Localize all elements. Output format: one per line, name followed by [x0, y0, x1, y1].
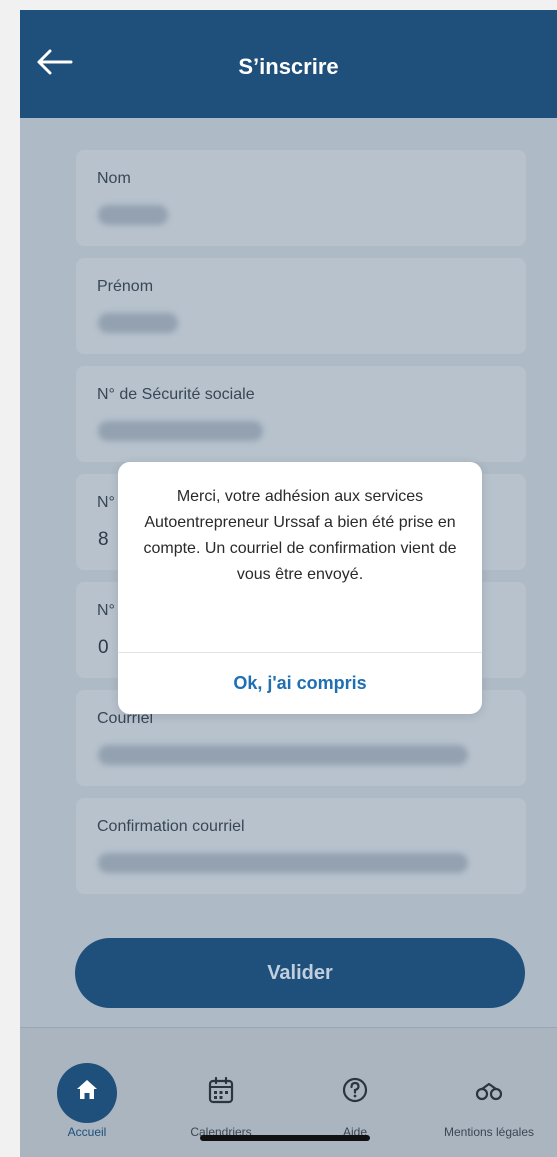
numero-label-2: N° [97, 602, 115, 619]
page-title: S’inscrire [238, 54, 339, 79]
valider-button[interactable]: Valider [75, 938, 525, 1008]
securite-sociale-value-blurred [98, 421, 263, 441]
balance-icon [475, 1082, 503, 1101]
ok-button[interactable]: Ok, j'ai compris [118, 652, 482, 714]
help-icon [342, 1077, 368, 1103]
tab-accueil[interactable]: Accueil [20, 1028, 154, 1157]
calendar-icon [208, 1076, 234, 1104]
tab-accueil-label: Accueil [67, 1125, 107, 1139]
securite-sociale-field[interactable]: N° de Sécurité sociale [76, 366, 526, 462]
numero-label-1: N° [97, 494, 115, 511]
courriel-value-blurred [98, 745, 468, 765]
confirmation-courriel-label: Confirmation courriel [97, 818, 245, 835]
app-screen: S’inscrire Nom Prénom N° de Sécurité soc… [20, 10, 557, 1157]
numero-value-1: 8 [98, 529, 109, 550]
nom-field[interactable]: Nom [76, 150, 526, 246]
home-indicator [200, 1135, 370, 1141]
dialog-message: Merci, votre adhésion aux services Autoe… [143, 488, 457, 583]
prenom-field[interactable]: Prénom [76, 258, 526, 354]
tab-mentions-legales[interactable]: Mentions légales [422, 1028, 556, 1157]
nom-value-blurred [98, 205, 168, 225]
home-icon [77, 1080, 97, 1099]
confirmation-courriel-value-blurred [98, 853, 468, 873]
app-header: S’inscrire [20, 10, 557, 118]
tab-mentions-legales-label: Mentions légales [443, 1125, 535, 1139]
prenom-label: Prénom [97, 278, 154, 295]
confirmation-courriel-field[interactable]: Confirmation courriel [76, 798, 526, 894]
prenom-value-blurred [98, 313, 178, 333]
securite-sociale-label: N° de Sécurité sociale [97, 386, 255, 403]
numero-value-2: 0 [98, 637, 109, 658]
nom-label: Nom [97, 170, 131, 187]
confirmation-dialog: Merci, votre adhésion aux services Autoe… [118, 462, 482, 714]
